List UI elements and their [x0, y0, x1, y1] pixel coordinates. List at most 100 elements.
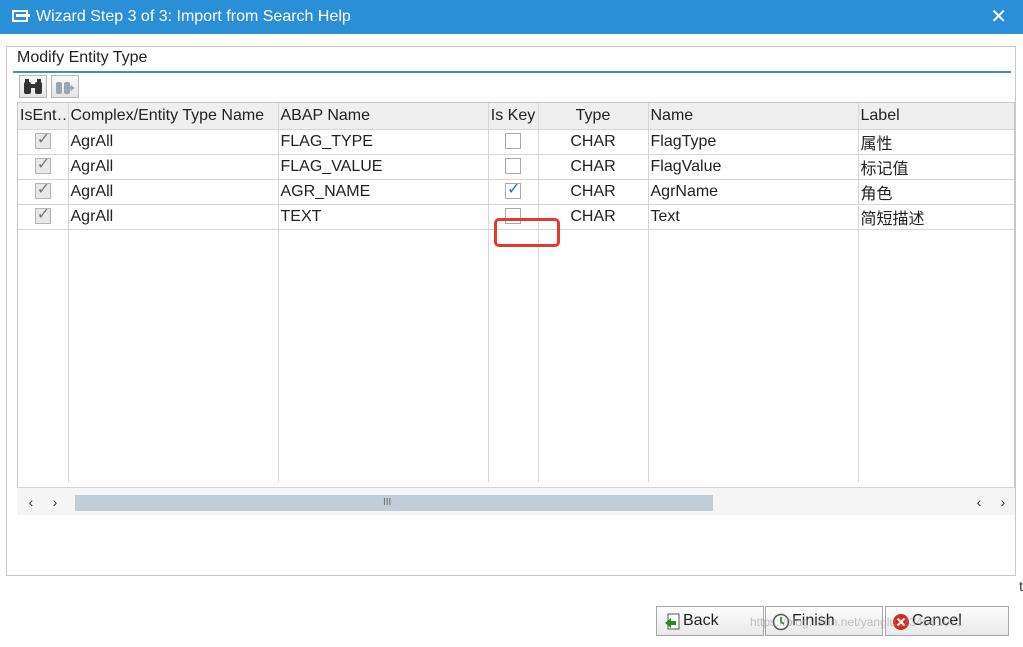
- close-button[interactable]: ✕: [990, 7, 1007, 27]
- empty-table-row: [18, 367, 1014, 390]
- empty-cell: [18, 252, 69, 275]
- scroll-page-right-button[interactable]: ›: [995, 493, 1011, 511]
- empty-cell: [488, 229, 539, 252]
- empty-cell: [538, 390, 649, 413]
- back-button[interactable]: Back: [656, 606, 764, 636]
- empty-cell: [68, 344, 279, 367]
- col-header-isentity[interactable]: IsEnt…: [18, 103, 69, 130]
- cell-is-key[interactable]: [488, 154, 539, 180]
- cell-name[interactable]: FlagType: [648, 129, 859, 155]
- empty-cell: [858, 229, 1014, 252]
- cell-is-key[interactable]: ✓: [488, 179, 539, 205]
- horizontal-scrollbar[interactable]: ‹ › III ‹ ›: [17, 487, 1015, 515]
- cell-type[interactable]: CHAR: [538, 204, 649, 230]
- cell-isentity[interactable]: ✓: [18, 154, 69, 180]
- cell-name[interactable]: Text: [648, 204, 859, 230]
- empty-cell: [538, 275, 649, 298]
- is-key-checkbox[interactable]: [505, 208, 521, 225]
- scroll-right-button[interactable]: ›: [47, 493, 63, 511]
- table-row[interactable]: ✓ AgrAll FLAG_VALUE CHAR FlagValue 标记值: [18, 154, 1014, 180]
- empty-cell: [538, 344, 649, 367]
- empty-cell: [278, 459, 489, 482]
- empty-cell: [68, 298, 279, 321]
- entity-table: IsEnt… Complex/Entity Type Name ABAP Nam…: [18, 103, 1014, 482]
- cell-isentity[interactable]: ✓: [18, 204, 69, 230]
- empty-cell: [858, 436, 1014, 459]
- col-header-label[interactable]: Label: [858, 103, 1014, 130]
- title-bar: Wizard Step 3 of 3: Import from Search H…: [0, 0, 1023, 34]
- is-key-checkbox[interactable]: [505, 158, 521, 175]
- empty-cell: [68, 436, 279, 459]
- empty-cell: [18, 344, 69, 367]
- group-title: Modify Entity Type: [17, 49, 148, 66]
- cell-abap-name[interactable]: FLAG_VALUE: [278, 154, 489, 180]
- empty-cell: [648, 436, 859, 459]
- cell-type[interactable]: CHAR: [538, 129, 649, 155]
- window-title: Wizard Step 3 of 3: Import from Search H…: [36, 8, 351, 25]
- scroll-page-left-button[interactable]: ‹: [971, 493, 987, 511]
- cell-label[interactable]: 标记值: [858, 154, 1014, 180]
- cell-type[interactable]: CHAR: [538, 179, 649, 205]
- empty-cell: [648, 390, 859, 413]
- isentity-checkbox[interactable]: ✓: [34, 156, 51, 175]
- find-next-button[interactable]: [51, 75, 79, 98]
- col-header-abap-name[interactable]: ABAP Name: [278, 103, 489, 130]
- col-header-is-key[interactable]: Is Key: [488, 103, 539, 130]
- cell-type[interactable]: CHAR: [538, 154, 649, 180]
- isentity-checkbox[interactable]: ✓: [34, 181, 51, 200]
- cell-is-key[interactable]: [488, 129, 539, 155]
- empty-cell: [858, 459, 1014, 482]
- cell-label[interactable]: 属性: [858, 129, 1014, 155]
- empty-cell: [858, 390, 1014, 413]
- checkmark-icon: ✓: [36, 206, 51, 224]
- col-header-name[interactable]: Name: [648, 103, 859, 130]
- isentity-checkbox[interactable]: ✓: [34, 131, 51, 150]
- empty-cell: [278, 367, 489, 390]
- empty-cell: [648, 229, 859, 252]
- empty-cell: [538, 252, 649, 275]
- empty-cell: [278, 275, 489, 298]
- empty-table-row: [18, 436, 1014, 459]
- cell-complex-type[interactable]: AgrAll: [68, 129, 279, 155]
- cell-isentity[interactable]: ✓: [18, 129, 69, 155]
- table-row[interactable]: ✓ AgrAll AGR_NAME ✓ CHAR AgrName 角色: [18, 179, 1014, 205]
- finish-button[interactable]: Finish: [765, 606, 883, 636]
- cell-complex-type[interactable]: AgrAll: [68, 179, 279, 205]
- cell-abap-name[interactable]: FLAG_TYPE: [278, 129, 489, 155]
- cell-label[interactable]: 简短描述: [858, 204, 1014, 230]
- table-row[interactable]: ✓ AgrAll FLAG_TYPE CHAR FlagType 属性: [18, 129, 1014, 155]
- empty-cell: [278, 390, 489, 413]
- empty-cell: [538, 229, 649, 252]
- empty-table-row: [18, 413, 1014, 436]
- empty-cell: [68, 321, 279, 344]
- empty-cell: [858, 344, 1014, 367]
- empty-cell: [488, 413, 539, 436]
- cell-isentity[interactable]: ✓: [18, 179, 69, 205]
- is-key-checkbox[interactable]: ✓: [505, 181, 521, 200]
- scroll-left-button[interactable]: ‹: [23, 493, 39, 511]
- col-header-type[interactable]: Type: [538, 103, 649, 130]
- cell-name[interactable]: AgrName: [648, 179, 859, 205]
- is-key-checkbox[interactable]: [505, 133, 521, 150]
- scroll-thumb[interactable]: [75, 495, 713, 511]
- empty-cell: [648, 275, 859, 298]
- cancel-button[interactable]: Cancel: [885, 606, 1009, 636]
- cell-name[interactable]: FlagValue: [648, 154, 859, 180]
- cell-abap-name[interactable]: TEXT: [278, 204, 489, 230]
- cell-abap-name[interactable]: AGR_NAME: [278, 179, 489, 205]
- empty-cell: [488, 275, 539, 298]
- table-row[interactable]: ✓ AgrAll TEXT CHAR Text 简短描述: [18, 204, 1014, 230]
- isentity-checkbox[interactable]: ✓: [34, 206, 51, 225]
- empty-cell: [858, 367, 1014, 390]
- empty-cell: [18, 321, 69, 344]
- col-header-complex-type[interactable]: Complex/Entity Type Name: [68, 103, 279, 130]
- find-button[interactable]: [19, 75, 47, 98]
- empty-cell: [278, 298, 489, 321]
- cell-label[interactable]: 角色: [858, 179, 1014, 205]
- cell-complex-type[interactable]: AgrAll: [68, 204, 279, 230]
- cell-is-key[interactable]: [488, 204, 539, 230]
- empty-cell: [68, 390, 279, 413]
- cell-complex-type[interactable]: AgrAll: [68, 154, 279, 180]
- empty-cell: [68, 413, 279, 436]
- empty-cell: [858, 252, 1014, 275]
